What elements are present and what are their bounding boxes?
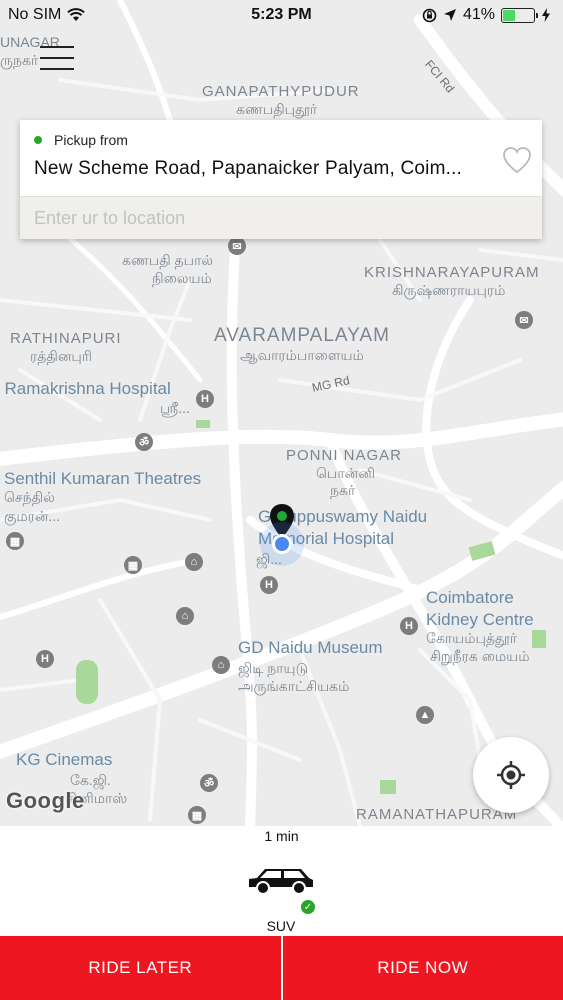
eta-label: 1 min <box>264 828 299 844</box>
selected-check-icon: ✓ <box>301 900 315 914</box>
post-office-icon[interactable]: ✉ <box>228 237 246 255</box>
landmark-icon[interactable]: ▲ <box>416 706 434 724</box>
poi-label: குமரன்... <box>4 508 61 524</box>
park-area <box>532 630 546 648</box>
hamburger-icon-line <box>40 68 74 70</box>
battery-icon <box>501 7 538 23</box>
favorite-heart-icon[interactable] <box>502 146 532 174</box>
orientation-lock-icon <box>422 8 437 22</box>
park-area <box>76 660 98 704</box>
poi-label: Kidney Centre <box>426 610 534 629</box>
map-label: ஆவாரம்பாளையம் <box>240 347 364 363</box>
poi-label: சிறுநீரக மையம் <box>430 648 530 664</box>
pickup-pin-icon <box>270 504 294 538</box>
location-card: Pickup from New Scheme Road, Papanaicker… <box>20 120 542 239</box>
poi-label: KG Cinemas <box>16 750 113 769</box>
poi-label: Coimbatore <box>426 588 514 607</box>
museum-icon[interactable]: ⌂ <box>185 553 203 571</box>
poi-label: செந்தில் <box>4 489 55 505</box>
ride-later-button[interactable]: RIDE LATER <box>0 936 281 1000</box>
hospital-icon[interactable]: H <box>36 650 54 668</box>
carrier-label: No SIM <box>8 6 62 23</box>
post-office-icon[interactable]: ✉ <box>515 311 533 329</box>
pickup-label: Pickup from <box>54 132 128 148</box>
museum-icon[interactable]: ⌂ <box>212 656 230 674</box>
battery-level <box>503 9 516 21</box>
pickup-dot-icon <box>34 136 42 144</box>
hamburger-icon-line <box>40 46 74 48</box>
current-location-dot <box>272 534 292 554</box>
map-label: GANAPATHYPUDUR <box>202 83 360 100</box>
pickup-address[interactable]: New Scheme Road, Papanaicker Palyam, Coi… <box>34 158 482 180</box>
suv-car-icon <box>249 869 313 895</box>
status-bar: No SIM 5:23 PM 41% <box>0 0 563 30</box>
map-label: கணபதி தபால் <box>122 252 214 268</box>
cinema-icon[interactable]: ▦ <box>6 532 24 550</box>
menu-button[interactable] <box>40 46 74 70</box>
cinema-icon[interactable]: ▦ <box>188 806 206 824</box>
ride-now-button[interactable]: RIDE NOW <box>282 936 563 1000</box>
map-label: PONNI NAGAR <box>286 447 403 464</box>
map-label: நகர் <box>330 482 356 498</box>
museum-icon[interactable]: ⌂ <box>176 607 194 625</box>
poi-label: கே.ஜி. <box>70 772 111 788</box>
hospital-icon[interactable]: H <box>400 617 418 635</box>
hospital-icon[interactable]: H <box>260 576 278 594</box>
ride-actions: RIDE LATER RIDE NOW <box>0 936 563 1000</box>
pickup-field[interactable]: Pickup from New Scheme Road, Papanaicker… <box>20 120 542 197</box>
park-area <box>196 420 210 428</box>
map-label: பொன்னி <box>316 465 375 481</box>
map-label: நிலையம் <box>152 270 212 286</box>
hamburger-icon-line <box>40 57 74 59</box>
poi-label: Senthil Kumaran Theatres <box>4 469 202 488</box>
cinema-icon[interactable]: ▦ <box>124 556 142 574</box>
booking-panel: 1 min ✓ SUV RIDE LATER RIDE NOW <box>0 826 563 1000</box>
destination-row[interactable] <box>20 197 542 239</box>
hospital-icon[interactable]: H <box>196 390 214 408</box>
map-label: AVARAMPALAYAM <box>214 325 390 346</box>
poi-label: GD Naidu Museum <box>238 638 383 657</box>
poi-label: ஜிடி நாயுடு <box>238 660 309 676</box>
map-label: ரத்தினபுரி <box>30 348 92 364</box>
map-label: கிருஷ்ணராயபுரம் <box>392 282 506 298</box>
my-location-button[interactable] <box>473 737 549 813</box>
map-label: KRISHNARAYAPURAM <box>364 264 540 281</box>
crosshair-icon <box>497 761 525 789</box>
park-area <box>380 780 396 794</box>
poi-label: ஸ்ரீ... <box>160 400 190 416</box>
temple-icon[interactable]: ॐ <box>135 433 153 451</box>
map-label: ருநகர் <box>0 52 39 68</box>
poi-label: அருங்காட்சியகம் <box>238 678 350 694</box>
poi-label: i Ramakrishna Hospital <box>0 379 171 398</box>
map-label: RATHINAPURI <box>10 330 122 347</box>
google-logo: Google <box>6 788 85 813</box>
destination-input[interactable] <box>34 207 528 229</box>
poi-label: கோயம்புத்தூர் <box>426 630 518 646</box>
temple-icon[interactable]: ॐ <box>200 774 218 792</box>
vehicle-name: SUV <box>266 918 296 934</box>
location-arrow-icon <box>443 9 456 21</box>
map-label: கணபதிபுதூர் <box>236 101 318 117</box>
wifi-icon <box>67 8 86 21</box>
charging-bolt-icon <box>542 8 550 22</box>
battery-percent: 41% <box>462 6 495 23</box>
